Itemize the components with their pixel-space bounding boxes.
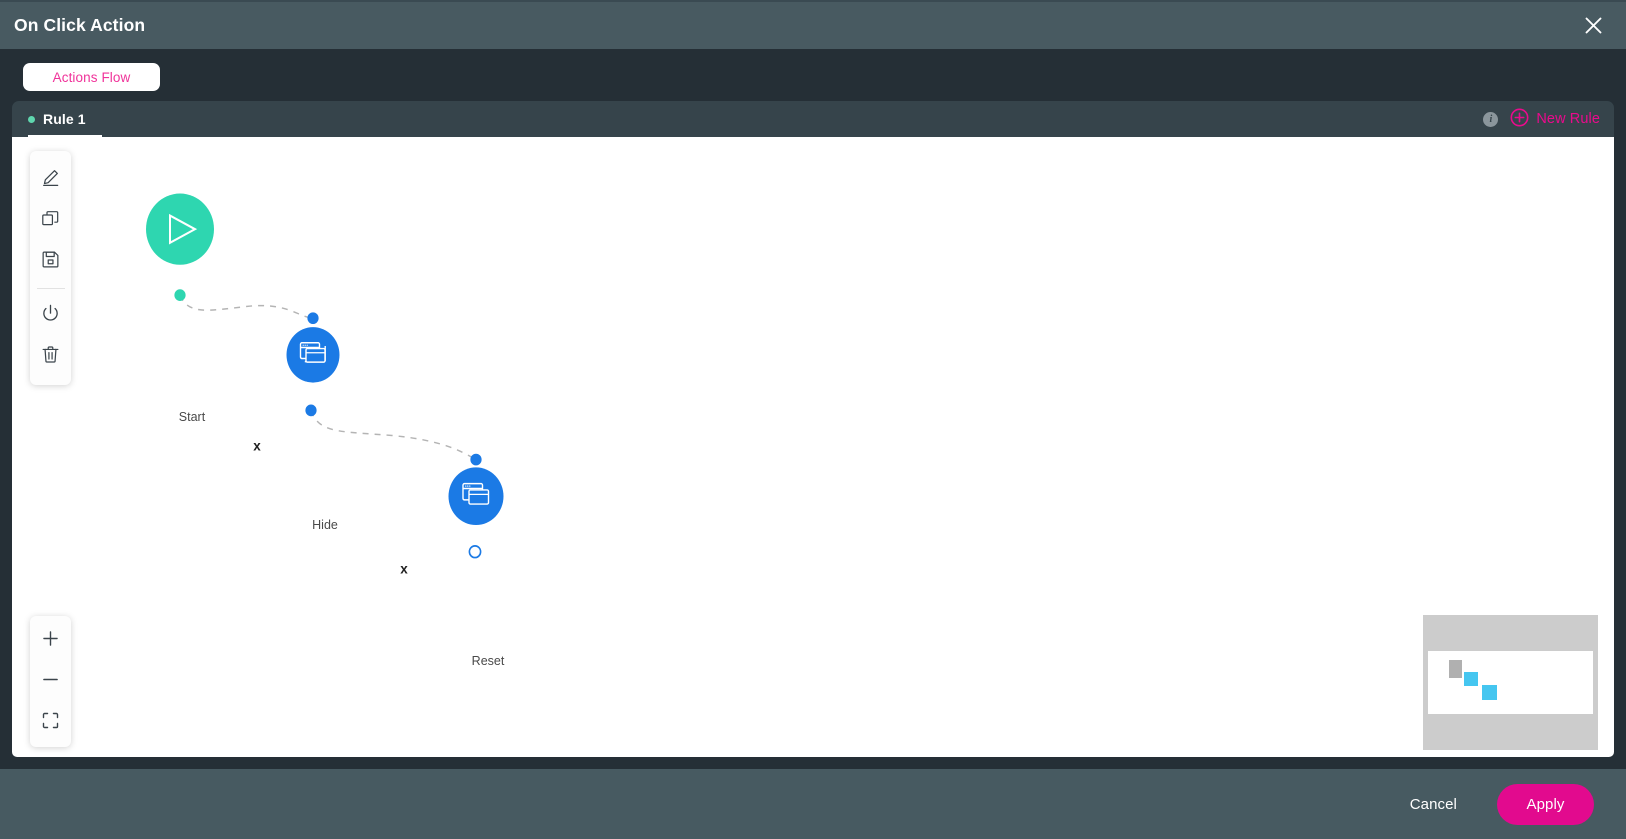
save-tool-button[interactable] (30, 241, 71, 282)
dialog-header: On Click Action (0, 0, 1626, 49)
rule-tab-label: Rule 1 (43, 111, 86, 127)
pencil-icon (40, 167, 61, 193)
edge-start-hide (179, 294, 314, 319)
info-glyph: i (1489, 113, 1493, 125)
flow-node-reset (448, 467, 504, 526)
connector-start-out (174, 289, 186, 302)
zoom-in-button[interactable] (30, 620, 71, 661)
dialog-footer: Cancel Apply (0, 769, 1626, 839)
tab-actions-flow[interactable]: Actions Flow (23, 63, 160, 91)
power-tool-button[interactable] (30, 295, 71, 336)
rule-bar: Rule 1 i New Rule (12, 101, 1614, 137)
minimap-node-reset (1482, 685, 1497, 700)
new-rule-button[interactable]: New Rule (1510, 108, 1600, 131)
minimap[interactable] (1423, 615, 1598, 750)
rule-tab-rule-1[interactable]: Rule 1 (28, 101, 112, 137)
rule-status-dot (28, 115, 35, 123)
floppy-disk-icon (40, 249, 61, 275)
info-icon[interactable]: i (1483, 111, 1499, 127)
plus-icon (40, 628, 61, 654)
edge-start-hide-delete-marker[interactable]: x (253, 439, 261, 454)
flow-node-hide (286, 327, 340, 383)
edge-hide-reset (310, 410, 477, 461)
tab-strip: Actions Flow (12, 49, 1614, 101)
new-rule-label: New Rule (1536, 111, 1600, 127)
flow-node-start (146, 193, 214, 265)
duplicate-tool-button[interactable] (30, 200, 71, 241)
fit-to-screen-button[interactable] (30, 702, 71, 743)
minimap-node-start (1449, 660, 1462, 678)
trash-icon (40, 344, 61, 370)
close-button[interactable] (1578, 11, 1608, 41)
connector-hide-out (305, 404, 317, 417)
copy-icon (40, 208, 61, 234)
apply-button[interactable]: Apply (1497, 783, 1594, 825)
connector-reset-in (470, 453, 482, 466)
edge-hide-reset-delete-marker[interactable]: x (400, 562, 408, 577)
zoom-out-button[interactable] (30, 661, 71, 702)
minimap-viewport[interactable] (1428, 651, 1593, 714)
plus-circle-icon (1510, 108, 1529, 131)
connector-hide-in (307, 312, 319, 325)
dialog-body: Actions Flow Rule 1 i New Rule Start Hid… (0, 49, 1626, 769)
cancel-button[interactable]: Cancel (1396, 790, 1471, 819)
flow-canvas[interactable]: Start Hide Reset x x (12, 137, 1614, 757)
minus-icon (40, 669, 61, 695)
page-title: On Click Action (14, 15, 146, 35)
node-toolbar (30, 151, 71, 385)
on-click-action-dialog: On Click Action Actions Flow Rule 1 i Ne… (0, 0, 1626, 839)
close-icon (1584, 16, 1603, 35)
delete-tool-button[interactable] (30, 336, 71, 377)
connector-reset-out (468, 545, 482, 559)
tab-actions-flow-label: Actions Flow (52, 69, 131, 85)
fit-to-screen-icon (40, 710, 61, 736)
toolbar-divider (36, 288, 65, 289)
zoom-controls (30, 616, 71, 747)
minimap-node-hide (1464, 672, 1478, 686)
power-icon (40, 303, 61, 329)
edit-tool-button[interactable] (30, 159, 71, 200)
